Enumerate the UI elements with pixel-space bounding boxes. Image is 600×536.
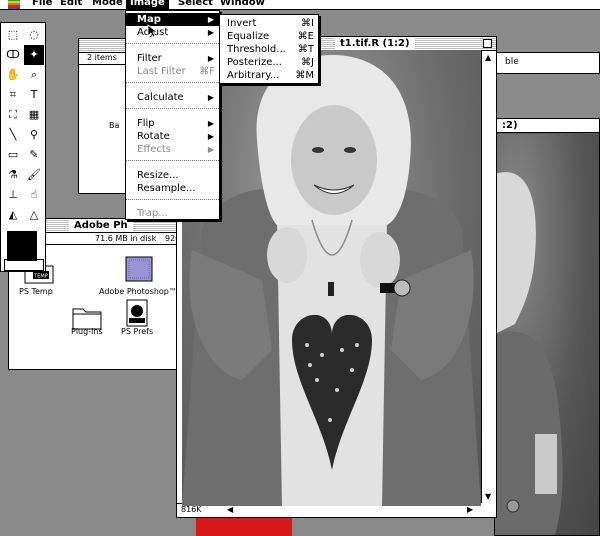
file-label: Adobe Photoshop™ 1.: [99, 287, 188, 296]
apple-menu-icon[interactable]: [8, 0, 20, 9]
submenu-arrow-icon: ▶: [207, 54, 214, 63]
menu-item-adjust[interactable]: Adjust▶: [126, 26, 219, 39]
menu-item-resample[interactable]: Resample...: [126, 182, 219, 195]
background-window-titlebar[interactable]: :2): [495, 119, 599, 133]
file-label: Plug-ins: [71, 327, 103, 336]
submenu-item-threshold[interactable]: Threshold... ⌘T: [220, 43, 318, 56]
submenu-arrow-icon: ▶: [207, 119, 214, 128]
menu-window[interactable]: Window: [216, 0, 269, 9]
photo-canvas[interactable]: [182, 50, 481, 506]
background-window-label: ble: [505, 57, 519, 67]
menu-select[interactable]: Select: [174, 0, 217, 9]
zoom-box-icon[interactable]: [483, 39, 492, 48]
mode-buttons[interactable]: [4, 259, 44, 271]
submenu-arrow-icon: ▶: [207, 28, 214, 37]
background-photo-figure: [495, 172, 563, 535]
submenu-arrow-icon: ▶: [207, 132, 214, 141]
partial-text: Ba: [109, 121, 120, 130]
photoshop-app-icon: [125, 256, 153, 282]
file-label: PS Temp: [19, 287, 53, 296]
menu-separator: [126, 82, 219, 83]
menu-item-effects[interactable]: Effects ▶: [126, 143, 219, 156]
submenu-item-arbitrary[interactable]: Arbitrary... ⌘M: [220, 69, 318, 82]
eyedropper-tool-icon[interactable]: ⚲: [24, 125, 44, 145]
menu-file[interactable]: File: [28, 0, 56, 9]
disk-info: 71.6 MB in disk: [95, 234, 157, 243]
submenu-item-invert[interactable]: Invert ⌘I: [220, 17, 318, 30]
scroll-left-icon[interactable]: ◀: [227, 505, 233, 514]
photo-figure: [182, 55, 481, 506]
menu-separator: [126, 199, 219, 200]
mouse-pointer-icon: [147, 24, 157, 38]
menu-item-flip[interactable]: Flip ▶: [126, 117, 219, 130]
lasso-tool-icon[interactable]: ↀ: [3, 45, 23, 65]
menu-mode[interactable]: Mode: [88, 0, 127, 9]
menu-image[interactable]: Image: [126, 0, 169, 9]
background-window-strip: ble: [494, 52, 600, 74]
background-window-title: :2): [497, 119, 523, 132]
menu-bar: File Edit Mode Image Select Window: [0, 0, 600, 10]
brush-tool-icon[interactable]: 🖌: [24, 165, 44, 185]
submenu-item-equalize[interactable]: Equalize ⌘E: [220, 30, 318, 43]
magic-wand-tool-icon[interactable]: ✦: [24, 45, 44, 65]
line-tool-icon[interactable]: ╲: [3, 125, 23, 145]
hand-tool-icon[interactable]: ✋: [3, 65, 23, 85]
scroll-up-icon[interactable]: ▲: [485, 53, 491, 62]
eraser-tool-icon[interactable]: ▭: [3, 145, 23, 165]
menu-edit[interactable]: Edit: [56, 0, 86, 9]
item-count: 2 items: [87, 53, 117, 62]
file-label: PS Prefs: [121, 327, 154, 336]
file-size: 816K: [181, 505, 202, 514]
background-photo: [495, 134, 599, 535]
scroll-right-icon[interactable]: ▶: [467, 505, 473, 514]
gradient-tool-icon[interactable]: ▦: [24, 105, 44, 125]
menu-separator: [126, 160, 219, 161]
menu-item-resize[interactable]: Resize...: [126, 169, 219, 182]
red-window-fragment: [196, 516, 292, 536]
image-menu: Map▶ Adjust▶ Filter▶ Last Filter⌘F Calcu…: [125, 10, 220, 220]
menu-item-trap[interactable]: Trap...: [126, 207, 219, 220]
submenu-arrow-icon: ▶: [207, 93, 214, 102]
tool-palette: ⬚ ◌ ↀ ✦ ✋ ⌕ ⌗ T ⛶ ▦ ╲ ⚲ ▭ ✎ ⚗ 🖌 ⊥ ☝ ◭ △: [0, 22, 46, 272]
menu-item-map[interactable]: Map ▶: [126, 13, 219, 26]
marquee-ellipse-tool-icon[interactable]: ◌: [24, 25, 44, 45]
menu-separator: [126, 108, 219, 109]
vertical-scrollbar[interactable]: ▲ ▼: [481, 51, 496, 503]
menu-item-calculate[interactable]: Calculate ▶: [126, 91, 219, 104]
submenu-arrow-icon: ▶: [207, 15, 214, 24]
menu-item-last-filter[interactable]: Last Filter ⌘F: [126, 65, 219, 78]
pencil-tool-icon[interactable]: ✎: [24, 145, 44, 165]
airbrush-tool-icon[interactable]: ⚗: [3, 165, 23, 185]
sharpen-tool-icon[interactable]: △: [24, 205, 44, 225]
zoom-tool-icon[interactable]: ⌕: [24, 65, 44, 85]
marquee-rect-tool-icon[interactable]: ⬚: [3, 25, 23, 45]
crop-tool-icon[interactable]: ⌗: [3, 85, 23, 105]
smudge-tool-icon[interactable]: ☝: [24, 185, 44, 205]
prefs-file-icon: [126, 299, 148, 327]
blur-tool-icon[interactable]: ◭: [3, 205, 23, 225]
submenu-arrow-icon: ▶: [207, 145, 214, 154]
menu-item-rotate[interactable]: Rotate ▶: [126, 130, 219, 143]
foreground-color-swatch[interactable]: [7, 231, 37, 261]
map-submenu: Invert ⌘I Equalize ⌘E Threshold... ⌘T Poste…: [219, 14, 319, 84]
window-title: Adobe Ph: [69, 219, 133, 232]
type-tool-icon[interactable]: T: [24, 85, 44, 105]
menu-item-filter[interactable]: Filter ▶: [126, 52, 219, 65]
background-image-window: :2): [494, 118, 600, 536]
menu-separator: [126, 43, 219, 44]
svg-text:TEMP: TEMP: [33, 274, 48, 280]
stamp-tool-icon[interactable]: ⊥: [3, 185, 23, 205]
submenu-item-posterize[interactable]: Posterize... ⌘J: [220, 56, 318, 69]
image-window-title: t1.tif.R (1:2): [335, 37, 415, 50]
scroll-down-icon[interactable]: ▼: [485, 492, 491, 501]
bucket-tool-icon[interactable]: ⛶: [3, 105, 23, 125]
